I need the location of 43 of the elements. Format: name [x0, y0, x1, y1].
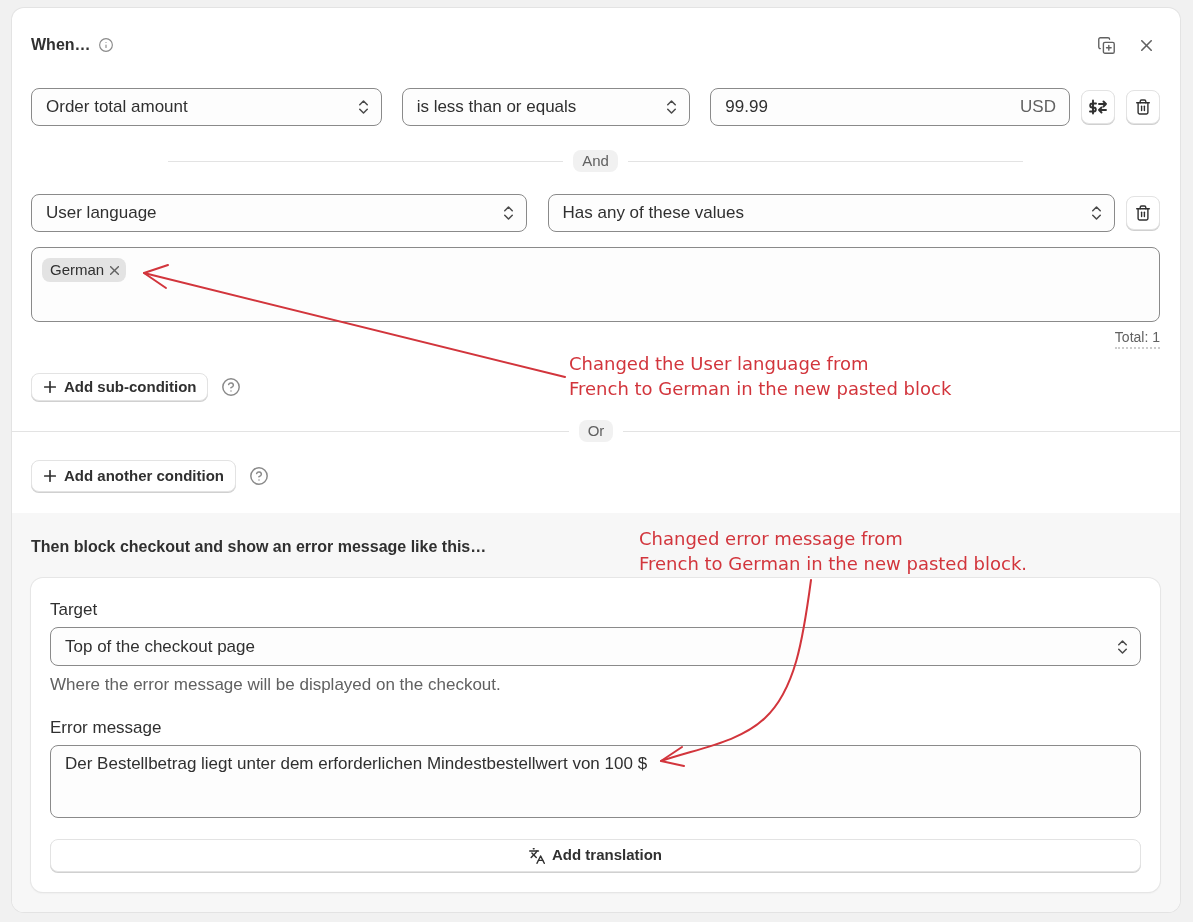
select-field[interactable]: Top of the checkout page [50, 627, 1141, 666]
chevron-up-down-icon [503, 206, 513, 220]
annotation-note: Changed the User language from French to German in the new pasted block [569, 352, 952, 401]
currency-switch-button[interactable] [1081, 90, 1115, 124]
chevron-up-down-icon [358, 100, 368, 114]
field-label: Target [50, 600, 98, 620]
annotation-note: Changed error message from French to German in the new pasted block. [639, 527, 1028, 576]
help-text: Where the error message will be displayed on the checkout. [50, 675, 501, 695]
add-button[interactable]: Add sub-condition [31, 373, 209, 401]
dollar-swap-icon [1089, 99, 1107, 115]
section-title: Then block checkout and show an error message like this… [31, 537, 487, 557]
select-field[interactable]: Order total amount [31, 88, 382, 126]
help-icon[interactable] [250, 467, 268, 485]
close-icon[interactable] [1141, 39, 1152, 51]
add-translation-button[interactable]: Add translation [50, 839, 1141, 872]
currency-label: USD [1020, 96, 1056, 119]
amount-field[interactable]: 99.99 USD [710, 88, 1070, 126]
delete-button[interactable] [1126, 90, 1160, 124]
select-field[interactable]: User language [31, 194, 527, 232]
field-label: Error message [50, 718, 162, 738]
trash-icon [1136, 205, 1150, 221]
trash-icon [1136, 99, 1150, 115]
duplicate-icon[interactable] [1098, 36, 1115, 54]
delete-button[interactable] [1126, 196, 1160, 230]
translate-icon [529, 847, 545, 864]
select-field[interactable]: is less than or equals [401, 88, 691, 126]
section-title: When… [31, 35, 91, 55]
add-button[interactable]: Add another condition [31, 460, 236, 492]
plus-icon [44, 470, 56, 482]
chevron-up-down-icon [1118, 639, 1127, 654]
chevron-up-down-icon [667, 100, 677, 114]
or-badge: Or [578, 420, 614, 442]
plus-icon [44, 381, 56, 393]
values-field[interactable]: German [31, 247, 1160, 322]
chevron-up-down-icon [1092, 206, 1101, 220]
close-icon[interactable] [110, 265, 120, 275]
total-count: Total: 1 [1114, 327, 1160, 349]
and-badge: And [573, 150, 618, 172]
message-field[interactable]: Der Bestellbetrag liegt unter dem erforderlichen Mindestbestellwert von 100 $ [50, 745, 1141, 818]
select-field[interactable]: Has any of these values [547, 194, 1115, 232]
info-icon[interactable] [98, 38, 113, 52]
help-icon[interactable] [222, 378, 241, 396]
tag-label: German [50, 259, 105, 280]
